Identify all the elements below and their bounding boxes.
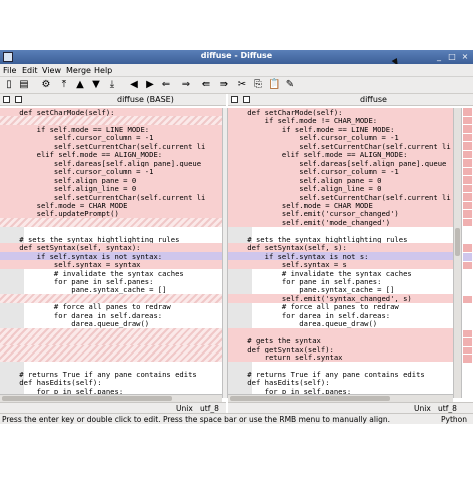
menu-edit[interactable]: Edit — [22, 66, 38, 75]
last-change-icon[interactable]: ⤓ — [106, 79, 118, 91]
menu-file[interactable]: File — [3, 66, 16, 75]
diff-overview-map[interactable] — [461, 108, 473, 398]
go-back-icon[interactable]: ◀ — [128, 79, 140, 91]
copy-right-icon[interactable]: ⇒ — [180, 79, 192, 91]
menu-help[interactable]: Help — [94, 66, 112, 75]
scrollbar-thumb[interactable] — [2, 396, 172, 401]
left-encoding: utf_8 — [200, 404, 219, 413]
overview-change-mark[interactable] — [463, 201, 472, 210]
menu-merge[interactable]: Merge — [66, 66, 91, 75]
merge-left-icon[interactable]: ⇚ — [200, 79, 212, 91]
menu-bar: File Edit View Merge Help — [0, 64, 473, 77]
overview-change-mark[interactable] — [463, 210, 472, 218]
overview-change-mark[interactable] — [463, 159, 472, 167]
overview-change-mark[interactable] — [463, 184, 472, 193]
left-diff-pane[interactable]: 2248 def setCharMode(self):2249 if self.… — [0, 108, 222, 398]
overview-change-mark[interactable] — [463, 218, 472, 227]
status-message: Press the enter key or double click to e… — [2, 415, 390, 424]
merge-right-icon[interactable]: ⇛ — [218, 79, 230, 91]
paste-icon[interactable]: 📋 — [268, 79, 280, 91]
overview-change-mark[interactable] — [463, 244, 472, 252]
close-icon[interactable]: × — [460, 52, 470, 62]
overview-change-mark[interactable] — [463, 346, 472, 355]
overview-change-mark[interactable] — [463, 355, 472, 363]
left-pane-status: Unix utf_8 — [0, 402, 226, 413]
window-title: diffuse - Diffuse — [200, 51, 273, 60]
open-icon[interactable]: ▤ — [18, 79, 30, 91]
left-pane-header: diffuse (BASE) — [0, 94, 226, 106]
overview-change-mark[interactable] — [463, 133, 472, 142]
overview-change-mark[interactable] — [463, 150, 472, 159]
overview-change-mark[interactable] — [463, 253, 472, 261]
overview-change-mark[interactable] — [463, 261, 472, 270]
overview-change-mark[interactable] — [463, 108, 472, 116]
overview-change-mark[interactable] — [463, 176, 472, 184]
new-icon[interactable]: ▯ — [3, 79, 15, 91]
left-horizontal-scrollbar[interactable] — [0, 394, 222, 402]
scrollbar-thumb[interactable] — [455, 228, 460, 256]
cut-icon[interactable]: ✂ — [236, 79, 248, 91]
go-forward-icon[interactable]: ▶ — [144, 79, 156, 91]
status-bar: Press the enter key or double click to e… — [0, 413, 473, 424]
maximize-icon[interactable]: □ — [447, 52, 457, 62]
title-bar[interactable]: diffuse - Diffuse _ □ × — [0, 50, 473, 64]
scrollbar-thumb[interactable] — [230, 396, 390, 401]
vertical-scrollbar[interactable] — [453, 108, 461, 398]
right-pane-header: diffuse — [228, 94, 473, 106]
save-icon[interactable] — [3, 96, 10, 103]
minimize-icon[interactable]: _ — [434, 52, 444, 62]
settings-icon[interactable]: ⚙ — [40, 79, 52, 91]
overview-change-mark[interactable] — [463, 167, 472, 176]
toolbar: ▯ ▤ ⚙ ⤒ ▲ ▼ ⤓ ◀ ▶ ⇐ ⇒ ⇚ ⇛ ✂ ⎘ 📋 ✎ — [0, 77, 473, 94]
next-change-icon[interactable]: ▼ — [90, 79, 102, 91]
copy-icon[interactable]: ⎘ — [252, 79, 264, 91]
right-pane-status: Unix utf_8 — [228, 402, 473, 413]
desktop-background — [0, 424, 473, 477]
overview-change-mark[interactable] — [463, 193, 472, 201]
copy-left-icon[interactable]: ⇐ — [160, 79, 172, 91]
overview-change-mark[interactable] — [463, 125, 472, 133]
overview-change-mark[interactable] — [463, 116, 472, 125]
menu-view[interactable]: View — [42, 66, 61, 75]
right-horizontal-scrollbar[interactable] — [228, 394, 453, 402]
save-icon[interactable] — [231, 96, 238, 103]
overview-change-mark[interactable] — [463, 142, 472, 150]
overview-change-mark[interactable] — [463, 329, 472, 338]
left-filename: diffuse (BASE) — [117, 95, 174, 104]
overview-change-mark[interactable] — [463, 338, 472, 346]
right-encoding: utf_8 — [438, 404, 457, 413]
left-line-ending: Unix — [176, 404, 193, 413]
open-file-icon[interactable] — [15, 96, 22, 103]
clear-icon[interactable]: ✎ — [284, 79, 296, 91]
first-change-icon[interactable]: ⤒ — [58, 79, 70, 91]
right-diff-pane[interactable]: 2332 def setCharMode(self):2333 if self.… — [228, 108, 453, 398]
right-line-ending: Unix — [414, 404, 431, 413]
overview-change-mark[interactable] — [463, 295, 472, 304]
syntax-mode: Python — [441, 415, 467, 424]
previous-change-icon[interactable]: ▲ — [74, 79, 86, 91]
open-file-icon[interactable] — [243, 96, 250, 103]
right-filename: diffuse — [360, 95, 387, 104]
